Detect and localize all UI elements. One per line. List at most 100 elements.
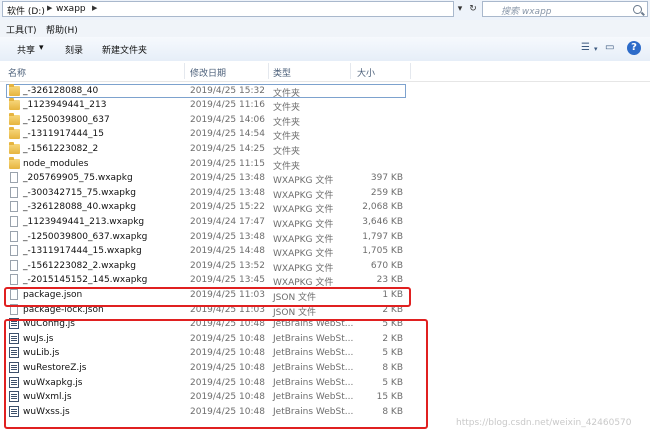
file-row[interactable]: _-1561223082_2.wxapkg 2019/4/25 13:52 WXAP…: [0, 259, 650, 274]
file-row[interactable]: _-1561223082_2 2019/4/25 14:25 文件夹: [0, 141, 650, 157]
file-name: _-1561223082_2: [23, 143, 99, 154]
view-dropdown-icon[interactable]: ▾: [594, 45, 598, 53]
file-type: 文件夹: [273, 88, 301, 99]
file-size: 2,068 KB: [362, 202, 403, 213]
file-date: 2019/4/25 13:52: [190, 260, 265, 271]
help-icon[interactable]: ?: [627, 41, 641, 55]
file-date: 2019/4/25 14:48: [190, 246, 265, 257]
file-row[interactable]: _-326128088_40 2019/4/25 15:32 文件夹: [0, 83, 650, 99]
breadcrumb-folder[interactable]: wxapp: [56, 4, 86, 14]
column-divider[interactable]: [410, 63, 411, 79]
file-size: 23 KB: [376, 275, 403, 286]
highlight-box: [4, 319, 428, 429]
file-icon[interactable]: [10, 215, 18, 227]
file-size: 397 KB: [370, 173, 403, 184]
file-icon[interactable]: [10, 201, 18, 213]
file-name: _-1561223082_2.wxapkg: [23, 260, 136, 271]
folder-icon[interactable]: [9, 98, 20, 111]
file-size: 259 KB: [370, 187, 403, 198]
file-row[interactable]: _-1250039800_637 2019/4/25 14:06 文件夹: [0, 112, 650, 128]
file-name: node_modules: [23, 158, 89, 169]
address-box[interactable]: 软件 (D:) ▶ wxapp ▶: [2, 1, 454, 17]
folder-icon[interactable]: [9, 112, 20, 125]
file-row[interactable]: _-1311917444_15 2019/4/25 14:54 文件夹: [0, 127, 650, 142]
file-date: 2019/4/25 14:25: [190, 143, 265, 154]
column-date[interactable]: 修改日期: [190, 66, 226, 79]
watermark: https://blog.csdn.net/weixin_42460570: [456, 418, 632, 428]
file-date: 2019/4/25 13:48: [190, 173, 265, 184]
file-date: 2019/4/25 15:32: [190, 85, 265, 96]
file-name: _-300342715_75.wxapkg: [23, 187, 136, 198]
file-name: _-1311917444_15.wxapkg: [23, 246, 142, 257]
file-icon[interactable]: [10, 186, 18, 198]
folder-icon[interactable]: [9, 141, 20, 154]
file-type: 文件夹: [273, 146, 301, 157]
file-row[interactable]: _1123949441_213.wxapkg 2019/4/24 17:47 WXA…: [0, 215, 650, 230]
new-folder-button[interactable]: 新建文件夹: [102, 43, 147, 56]
file-size: 1,705 KB: [362, 246, 403, 257]
file-size: 1,797 KB: [362, 231, 403, 242]
preview-pane-icon[interactable]: ▭: [605, 42, 614, 53]
file-type: WXAPKG 文件: [273, 249, 334, 260]
file-type: WXAPKG 文件: [273, 219, 334, 230]
search-input[interactable]: 搜索 wxapp: [482, 1, 648, 17]
column-divider[interactable]: [184, 63, 185, 79]
file-type: 文件夹: [273, 103, 301, 114]
file-type: 文件夹: [273, 161, 301, 172]
file-type: WXAPKG 文件: [273, 263, 334, 274]
command-toolbar: 共享 ▾ 刻录 新建文件夹 ☰ ▾ ▭: [0, 37, 650, 62]
column-type[interactable]: 类型: [273, 66, 291, 79]
file-size: 3,646 KB: [362, 216, 403, 227]
file-icon[interactable]: [10, 172, 18, 184]
file-row[interactable]: _-2015145152_145.wxapkg 2019/4/25 13:45 WX…: [0, 273, 650, 288]
file-row[interactable]: _-1311917444_15.wxapkg 2019/4/25 14:48 WXA…: [0, 244, 650, 259]
breadcrumb-arrow-icon[interactable]: ▶: [47, 4, 52, 12]
share-dropdown-icon[interactable]: ▾: [39, 43, 44, 53]
file-row[interactable]: node_modules 2019/4/25 11:15 文件夹: [0, 156, 650, 172]
menu-help[interactable]: 帮助(H): [46, 23, 78, 36]
file-date: 2019/4/25 15:22: [190, 202, 265, 213]
file-name: _205769905_75.wxapkg: [23, 173, 133, 184]
file-icon[interactable]: [10, 274, 18, 286]
file-name: _-1250039800_637.wxapkg: [23, 231, 148, 242]
file-row[interactable]: _-300342715_75.wxapkg 2019/4/25 13:48 WXAP…: [0, 186, 650, 201]
file-icon[interactable]: [10, 245, 18, 257]
menu-tools[interactable]: 工具(T): [6, 23, 37, 36]
search-icon[interactable]: [633, 5, 642, 14]
file-date: 2019/4/25 13:48: [190, 187, 265, 198]
column-name[interactable]: 名称: [8, 66, 26, 79]
file-date: 2019/4/25 14:54: [190, 129, 265, 140]
file-name: _1123949441_213: [23, 100, 107, 111]
breadcrumb-drive[interactable]: 软件 (D:): [7, 4, 45, 17]
file-name: _-1250039800_637: [23, 114, 110, 125]
column-divider[interactable]: [268, 63, 269, 79]
address-dropdown-icon[interactable]: ▾: [453, 1, 467, 17]
file-row[interactable]: _-326128088_40.wxapkg 2019/4/25 15:22 WXAP…: [0, 200, 650, 215]
file-type: WXAPKG 文件: [273, 205, 334, 216]
folder-icon[interactable]: [9, 83, 20, 96]
column-size[interactable]: 大小: [357, 66, 375, 79]
file-date: 2019/4/25 14:06: [190, 114, 265, 125]
column-header: 名称 修改日期 类型 大小: [0, 61, 650, 82]
folder-icon[interactable]: [9, 156, 20, 169]
folder-icon[interactable]: [9, 127, 20, 140]
file-type: WXAPKG 文件: [273, 234, 334, 245]
menu-bar: 工具(T) 帮助(H): [0, 20, 650, 37]
file-row[interactable]: _205769905_75.wxapkg 2019/4/25 13:48 WXAPK…: [0, 171, 650, 186]
file-type: 文件夹: [273, 132, 301, 143]
file-size: 670 KB: [370, 260, 403, 271]
file-name: _1123949441_213.wxapkg: [23, 216, 145, 227]
file-row[interactable]: _-1250039800_637.wxapkg 2019/4/25 13:48 WX…: [0, 230, 650, 245]
file-row[interactable]: _1123949441_213 2019/4/25 11:16 文件夹: [0, 98, 650, 113]
burn-button[interactable]: 刻录: [65, 43, 83, 56]
file-type: WXAPKG 文件: [273, 176, 334, 187]
file-date: 2019/4/25 11:16: [190, 100, 265, 111]
column-divider[interactable]: [350, 63, 351, 79]
file-type: 文件夹: [273, 117, 301, 128]
view-options-icon[interactable]: ☰: [581, 42, 590, 53]
file-icon[interactable]: [10, 230, 18, 242]
breadcrumb-arrow-icon[interactable]: ▶: [92, 4, 97, 12]
share-button[interactable]: 共享: [17, 43, 35, 56]
file-icon[interactable]: [10, 259, 18, 271]
refresh-icon[interactable]: ↻: [466, 1, 480, 17]
